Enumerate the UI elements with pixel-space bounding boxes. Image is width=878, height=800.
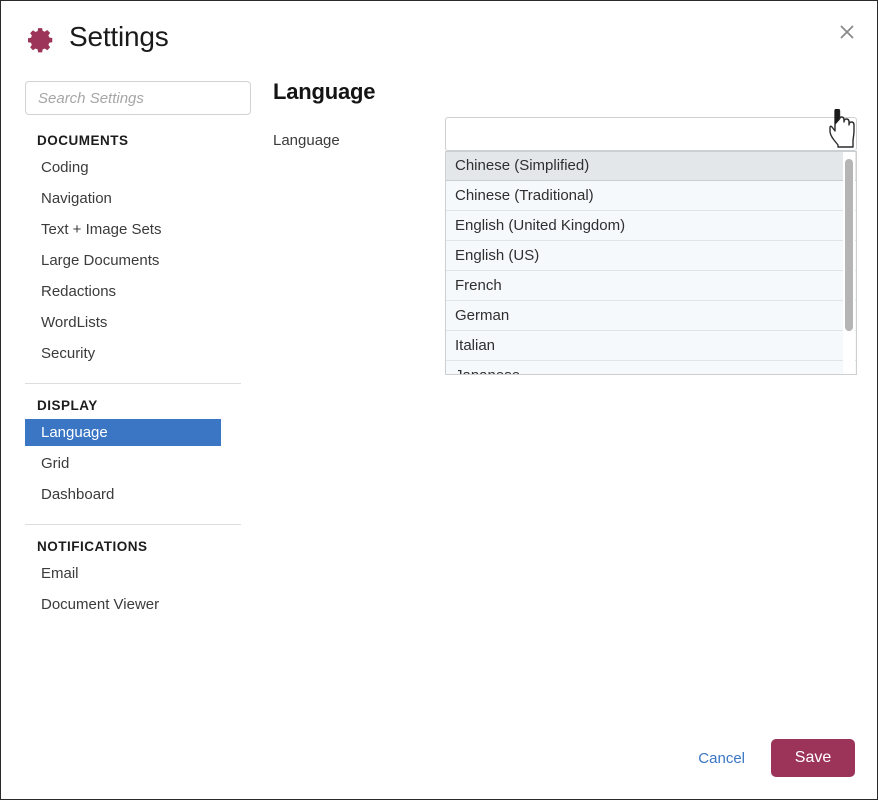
dropdown-option[interactable]: Chinese (Simplified) (446, 151, 856, 181)
dropdown-option[interactable]: French (446, 271, 856, 301)
sidebar-item-text-image-sets[interactable]: Text + Image Sets (25, 216, 221, 243)
cancel-button[interactable]: Cancel (698, 750, 745, 767)
search-input[interactable] (25, 81, 251, 115)
dropdown-option[interactable]: English (US) (446, 241, 856, 271)
settings-sidebar: DOCUMENTS Coding Navigation Text + Image… (25, 81, 251, 622)
sidebar-item-language[interactable]: Language (25, 419, 221, 446)
dropdown-option[interactable]: English (United Kingdom) (446, 211, 856, 241)
sidebar-item-navigation[interactable]: Navigation (25, 185, 221, 212)
sidebar-item-wordlists[interactable]: WordLists (25, 309, 221, 336)
sidebar-heading-documents: DOCUMENTS (37, 133, 129, 148)
sidebar-item-document-viewer[interactable]: Document Viewer (25, 591, 221, 618)
page-title: Settings (69, 21, 169, 52)
window-header: Settings (1, 1, 877, 69)
language-select[interactable] (445, 117, 857, 151)
dropdown-option[interactable]: Japanese (446, 361, 856, 374)
dropdown-scrollbar-thumb[interactable] (845, 159, 853, 331)
sidebar-section-display: DISPLAY Language Grid Dashboard (25, 398, 251, 508)
dropdown-option[interactable]: Chinese (Traditional) (446, 181, 856, 211)
gear-icon (26, 25, 56, 55)
sidebar-item-grid[interactable]: Grid (25, 450, 221, 477)
sidebar-section-notifications: NOTIFICATIONS Email Document Viewer (25, 539, 251, 618)
dialog-footer: Cancel Save (698, 739, 855, 777)
sidebar-section-documents: DOCUMENTS Coding Navigation Text + Image… (25, 133, 251, 367)
dropdown-scrollbar[interactable] (843, 152, 855, 374)
sidebar-item-security[interactable]: Security (25, 340, 221, 367)
sidebar-item-coding[interactable]: Coding (25, 154, 221, 181)
panel-title: Language (273, 79, 376, 104)
language-select-wrap: Chinese (Simplified) Chinese (Traditiona… (445, 117, 857, 375)
sidebar-item-dashboard[interactable]: Dashboard (25, 481, 221, 508)
sidebar-item-redactions[interactable]: Redactions (25, 278, 221, 305)
sidebar-heading-notifications: NOTIFICATIONS (37, 539, 148, 554)
language-field-label: Language (273, 132, 340, 149)
chevron-down-icon[interactable] (835, 132, 847, 139)
dropdown-option[interactable]: German (446, 301, 856, 331)
language-dropdown-list[interactable]: Chinese (Simplified) Chinese (Traditiona… (445, 151, 857, 375)
dropdown-option[interactable]: Italian (446, 331, 856, 361)
settings-main-panel: Language Language Chinese (Simplified) C… (273, 79, 857, 375)
sidebar-divider (25, 383, 241, 384)
sidebar-item-large-documents[interactable]: Large Documents (25, 247, 221, 274)
language-field-row: Language Chinese (Simplified) Chinese (T… (273, 117, 857, 375)
sidebar-item-email[interactable]: Email (25, 560, 221, 587)
save-button[interactable]: Save (771, 739, 855, 777)
sidebar-divider (25, 524, 241, 525)
settings-window: Settings DOCUMENTS Coding Navigation Tex… (0, 0, 878, 800)
sidebar-heading-display: DISPLAY (37, 398, 98, 413)
close-icon[interactable] (828, 13, 866, 51)
